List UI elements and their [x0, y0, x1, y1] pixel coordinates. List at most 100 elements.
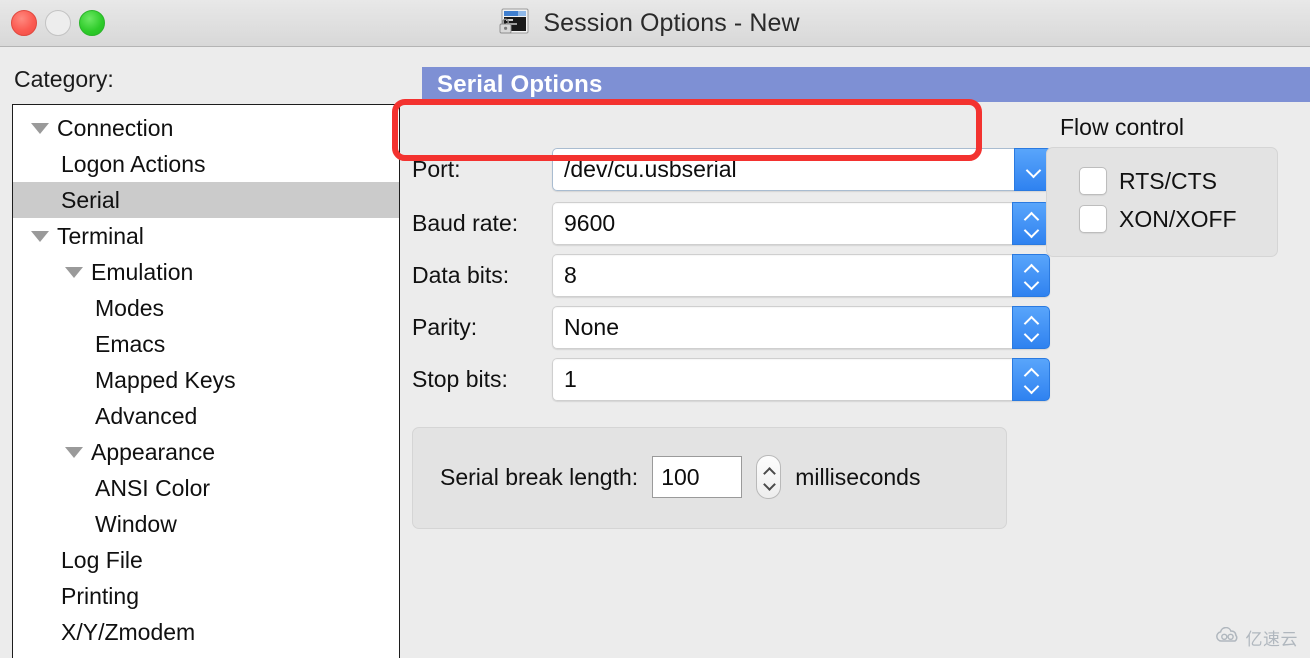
sidebar-item-serial[interactable]: Serial: [13, 182, 399, 218]
baud-rate-input[interactable]: 9600: [552, 201, 1012, 245]
stop-bits-row: Stop bits: 1: [412, 357, 1052, 401]
sidebar-item-printing[interactable]: Printing: [13, 578, 399, 614]
chevron-up-icon: [763, 468, 775, 475]
sidebar-item-connection[interactable]: Connection: [13, 110, 399, 146]
sidebar-item-terminal[interactable]: Terminal: [13, 218, 399, 254]
chevron-down-icon: [1024, 381, 1038, 389]
chevron-up-icon: [1024, 369, 1038, 377]
parity-stepper[interactable]: [1012, 305, 1050, 349]
xon-xoff-checkbox[interactable]: [1079, 205, 1107, 233]
sidebar-item-label: Serial: [61, 186, 120, 213]
sidebar-item-label: Printing: [61, 582, 139, 609]
session-options-window: Session Options - New Category: Connecti…: [0, 0, 1310, 658]
serial-break-units: milliseconds: [795, 463, 921, 490]
xon-xoff-label: XON/XOFF: [1119, 205, 1237, 232]
chevron-down-icon: [1024, 277, 1038, 285]
baud-rate-stepper[interactable]: [1012, 201, 1050, 245]
chevron-up-icon: [1024, 265, 1038, 273]
maximize-window-button[interactable]: [79, 10, 105, 36]
window-body: Category: Connection Logon Actions Serial T…: [0, 47, 1310, 658]
cloud-icon: [1215, 626, 1241, 648]
data-bits-row: Data bits: 8: [412, 253, 1052, 297]
sidebar-item-advanced[interactable]: Advanced: [13, 398, 399, 434]
window-controls: [11, 10, 105, 36]
sidebar-item-ansi-color[interactable]: ANSI Color: [13, 470, 399, 506]
category-pane: Category: Connection Logon Actions Serial T…: [0, 47, 400, 658]
sidebar-item-emulation[interactable]: Emulation: [13, 254, 399, 290]
port-input[interactable]: /dev/cu.usbserial: [552, 147, 1014, 191]
rts-cts-label: RTS/CTS: [1119, 167, 1217, 194]
serial-break-row: Serial break length: 100 milliseconds: [440, 455, 920, 499]
disclosure-triangle-icon[interactable]: [65, 446, 83, 458]
minimize-window-button[interactable]: [45, 10, 71, 36]
chevron-down-icon: [763, 480, 775, 487]
chevron-down-icon: [1026, 165, 1040, 173]
chevron-down-icon: [1024, 225, 1038, 233]
serial-options-pane: Serial Options Port: /dev/cu.usbserial B…: [400, 47, 1310, 658]
secure-terminal-icon: [498, 7, 532, 39]
port-row: Port: /dev/cu.usbserial: [412, 147, 1052, 191]
section-header: Serial Options: [422, 67, 1310, 102]
sidebar-item-mapped-keys[interactable]: Mapped Keys: [13, 362, 399, 398]
port-combobox[interactable]: /dev/cu.usbserial: [552, 147, 1052, 191]
data-bits-stepper[interactable]: [1012, 253, 1050, 297]
sidebar-item-label: X/Y/Zmodem: [61, 618, 196, 645]
parity-label: Parity:: [412, 313, 478, 340]
stop-bits-combobox[interactable]: 1: [552, 357, 1050, 401]
chevron-up-icon: [1024, 317, 1038, 325]
title-group: Session Options - New: [498, 7, 800, 39]
sidebar-item-modes[interactable]: Modes: [13, 290, 399, 326]
watermark: 亿速云: [1215, 625, 1299, 650]
xon-xoff-checkbox-row[interactable]: XON/XOFF: [1079, 200, 1277, 238]
sidebar-item-window[interactable]: Window: [13, 506, 399, 542]
sidebar-item-label: Terminal: [57, 222, 144, 249]
parity-input[interactable]: None: [552, 305, 1012, 349]
sidebar-item-label: Modes: [95, 294, 165, 321]
rts-cts-checkbox-row[interactable]: RTS/CTS: [1079, 162, 1277, 200]
serial-break-label: Serial break length:: [440, 463, 639, 490]
watermark-text: 亿速云: [1245, 630, 1298, 649]
baud-rate-row: Baud rate: 9600: [412, 201, 1052, 245]
serial-break-stepper[interactable]: [756, 455, 782, 499]
sidebar-item-label: Emulation: [91, 258, 194, 285]
port-label: Port:: [412, 155, 461, 182]
disclosure-triangle-icon[interactable]: [31, 122, 49, 134]
disclosure-triangle-icon[interactable]: [65, 266, 83, 278]
sidebar-item-label: ANSI Color: [95, 474, 211, 501]
sidebar-item-logon-actions[interactable]: Logon Actions: [13, 146, 399, 182]
close-window-button[interactable]: [11, 10, 37, 36]
data-bits-input[interactable]: 8: [552, 253, 1012, 297]
category-tree[interactable]: Connection Logon Actions Serial Terminal Emu…: [12, 104, 400, 658]
sidebar-item-label: Window: [95, 510, 177, 537]
section-title: Serial Options: [437, 70, 603, 98]
serial-break-input[interactable]: 100: [652, 456, 743, 498]
baud-rate-combobox[interactable]: 9600: [552, 201, 1050, 245]
chevron-down-icon: [1024, 329, 1038, 337]
sidebar-item-label: Appearance: [91, 438, 216, 465]
sidebar-item-label: Logon Actions: [61, 150, 206, 177]
rts-cts-checkbox[interactable]: [1079, 167, 1107, 195]
sidebar-item-label: Emacs: [95, 330, 166, 357]
form-area: Port: /dev/cu.usbserial Baud rate: 9600: [400, 102, 1310, 658]
disclosure-triangle-icon[interactable]: [31, 230, 49, 242]
chevron-up-icon: [1024, 213, 1038, 221]
flow-control-group: RTS/CTS XON/XOFF: [1046, 147, 1278, 257]
sidebar-item-x-y-zmodem[interactable]: X/Y/Zmodem: [13, 614, 399, 650]
sidebar-item-log-file[interactable]: Log File: [13, 542, 399, 578]
category-label: Category:: [14, 66, 114, 92]
title-bar: Session Options - New: [0, 0, 1310, 47]
stop-bits-input[interactable]: 1: [552, 357, 1012, 401]
sidebar-item-label: Log File: [61, 546, 143, 573]
stop-bits-stepper[interactable]: [1012, 357, 1050, 401]
sidebar-item-appearance[interactable]: Appearance: [13, 434, 399, 470]
sidebar-item-label: Connection: [57, 114, 174, 141]
data-bits-label: Data bits:: [412, 261, 510, 288]
window-title: Session Options - New: [543, 8, 800, 37]
sidebar-item-label: Mapped Keys: [95, 366, 236, 393]
parity-combobox[interactable]: None: [552, 305, 1050, 349]
sidebar-item-label: Advanced: [95, 402, 198, 429]
sidebar-item-emacs[interactable]: Emacs: [13, 326, 399, 362]
data-bits-combobox[interactable]: 8: [552, 253, 1050, 297]
flow-control-label: Flow control: [1060, 114, 1184, 140]
stop-bits-label: Stop bits:: [412, 365, 508, 392]
